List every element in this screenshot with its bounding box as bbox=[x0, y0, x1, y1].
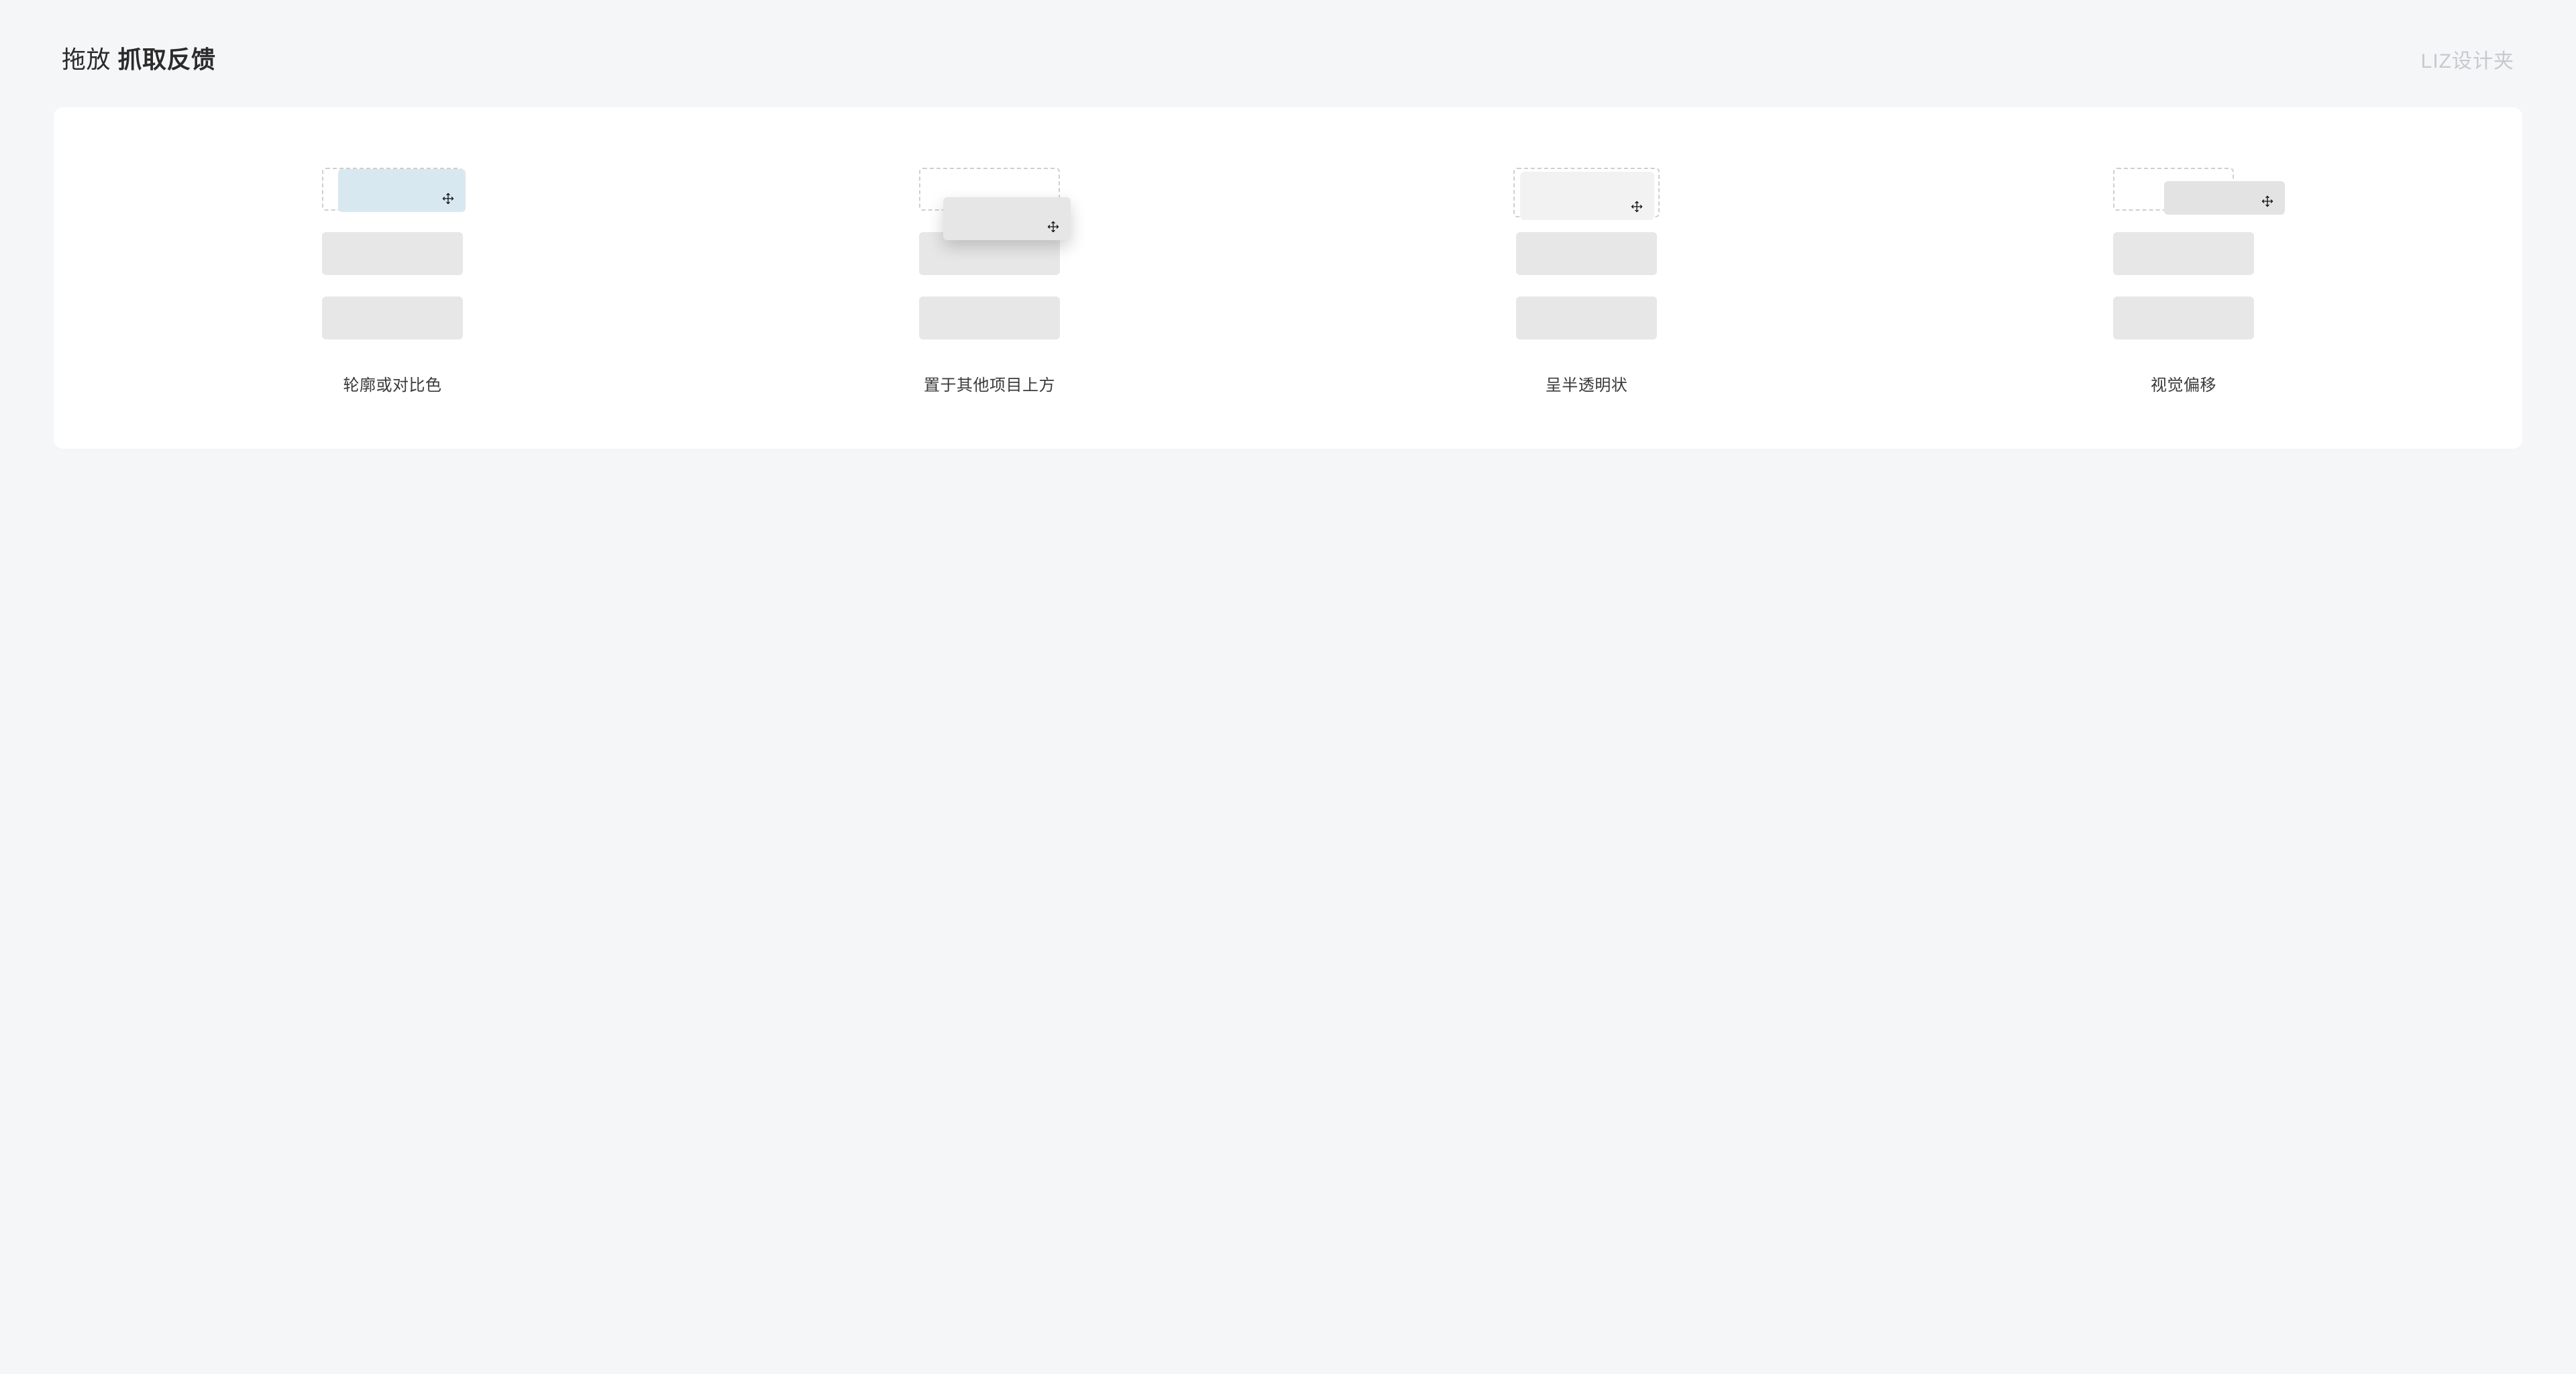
variant-caption: 轮廓或对比色 bbox=[343, 372, 442, 395]
move-icon bbox=[441, 192, 455, 205]
dragged-item[interactable] bbox=[338, 169, 466, 212]
page-header: 拖放 抓取反馈 LIZ设计夹 bbox=[54, 40, 2522, 107]
item-stack bbox=[1516, 168, 1657, 342]
list-item[interactable] bbox=[2113, 232, 2254, 275]
list-item[interactable] bbox=[2113, 297, 2254, 339]
variant-semi-transparent: 呈半透明状 bbox=[1308, 168, 1865, 395]
variant-visual-offset: 视觉偏移 bbox=[1905, 168, 2462, 395]
variant-contrast-color: 轮廓或对比色 bbox=[114, 168, 671, 395]
dragged-item[interactable] bbox=[943, 197, 1071, 240]
variant-above-items: 置于其他项目上方 bbox=[711, 168, 1268, 395]
page-title: 拖放 抓取反馈 bbox=[62, 40, 216, 75]
variant-caption: 视觉偏移 bbox=[2151, 372, 2216, 395]
move-icon bbox=[1630, 200, 1644, 213]
title-prefix: 拖放 bbox=[62, 46, 111, 73]
examples-panel: 轮廓或对比色 置于其他项目上方 bbox=[54, 107, 2522, 449]
variant-caption: 置于其他项目上方 bbox=[924, 372, 1055, 395]
variants-grid: 轮廓或对比色 置于其他项目上方 bbox=[114, 168, 2462, 395]
list-item[interactable] bbox=[322, 232, 463, 275]
title-bold: 抓取反馈 bbox=[118, 46, 216, 73]
list-item[interactable] bbox=[1516, 232, 1657, 275]
item-stack bbox=[2113, 168, 2254, 342]
dragged-item[interactable] bbox=[2164, 181, 2285, 215]
move-icon bbox=[2261, 195, 2274, 208]
dragged-item[interactable] bbox=[1520, 172, 1654, 220]
variant-caption: 呈半透明状 bbox=[1546, 372, 1628, 395]
item-stack bbox=[322, 168, 463, 342]
item-stack bbox=[919, 168, 1060, 342]
list-item[interactable] bbox=[919, 297, 1060, 339]
list-item[interactable] bbox=[1516, 297, 1657, 339]
move-icon bbox=[1046, 220, 1060, 233]
list-item[interactable] bbox=[322, 297, 463, 339]
brand-label: LIZ设计夹 bbox=[2421, 44, 2514, 74]
